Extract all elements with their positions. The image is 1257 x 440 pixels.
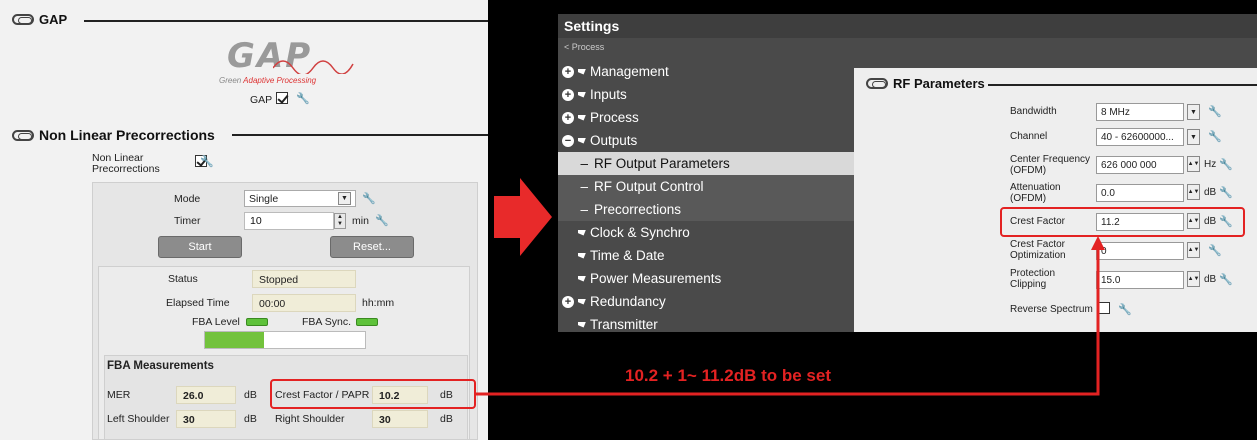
annotation-text: 10.2 + 1~ 11.2dB to be set <box>625 366 832 385</box>
